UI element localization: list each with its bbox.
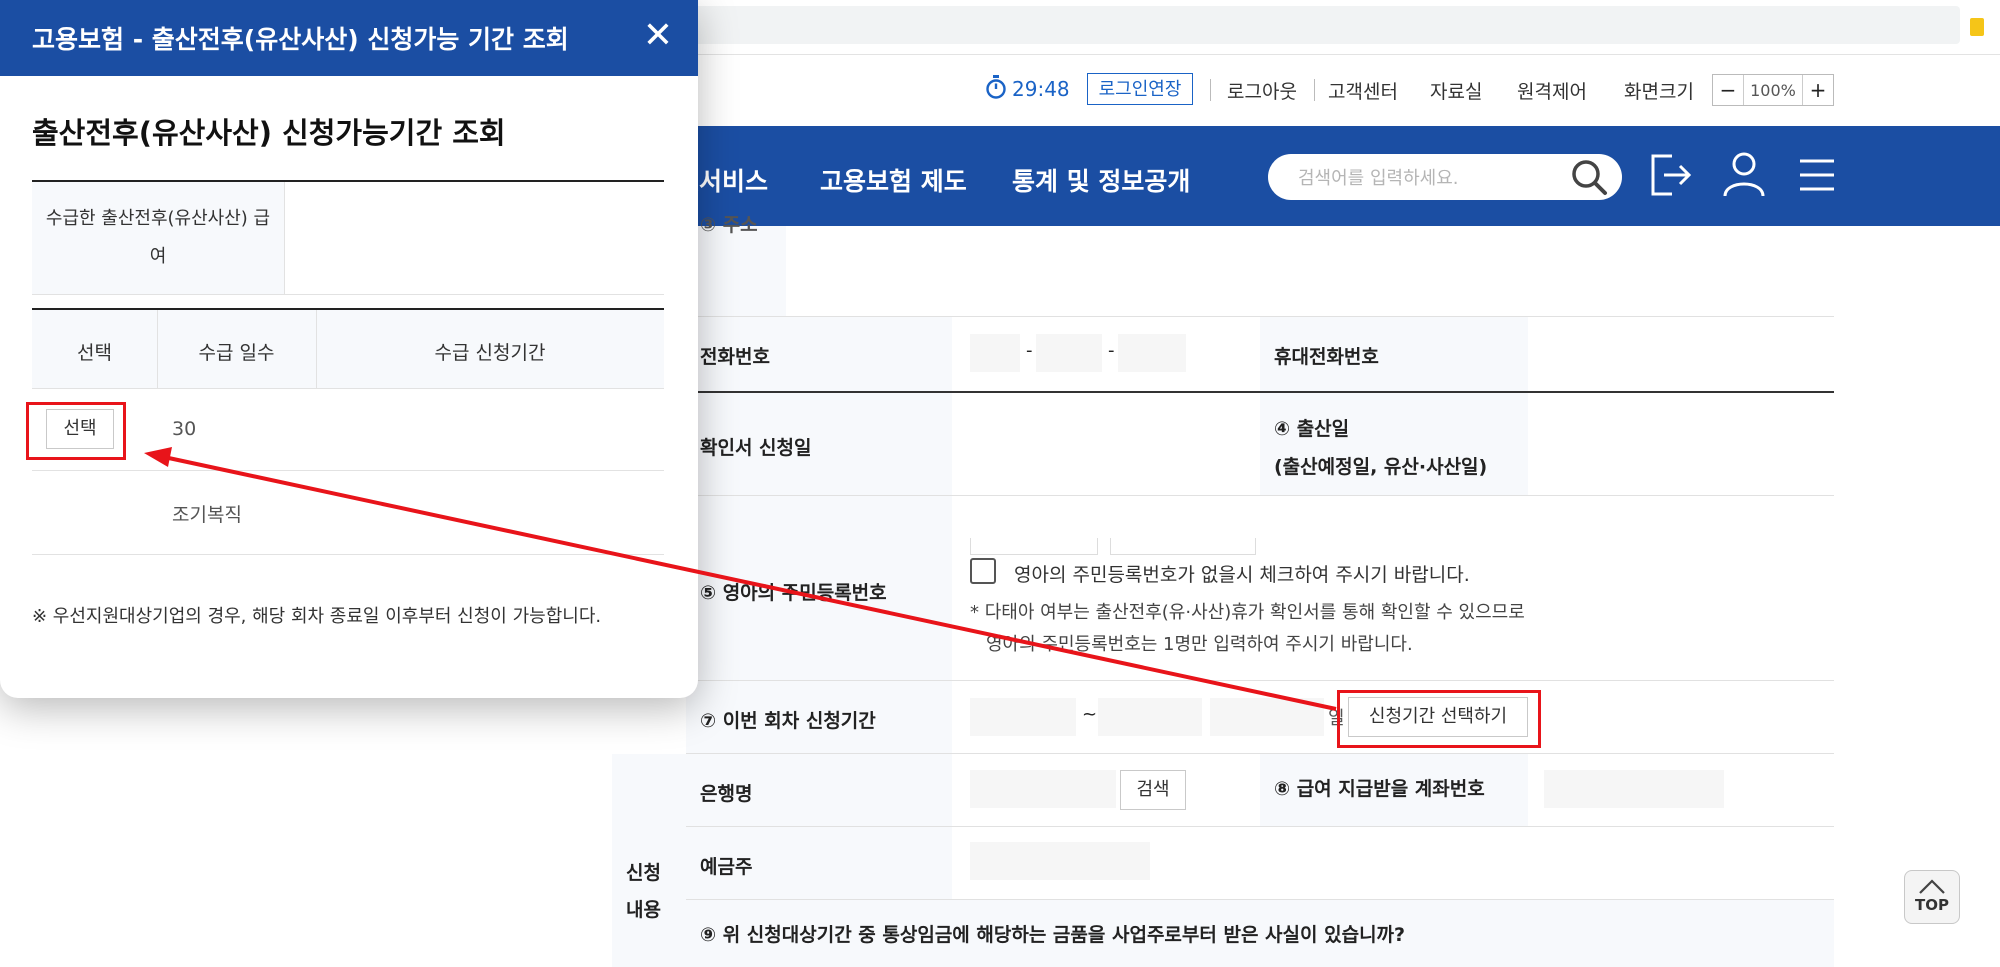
annotation-arrow <box>144 447 1337 711</box>
